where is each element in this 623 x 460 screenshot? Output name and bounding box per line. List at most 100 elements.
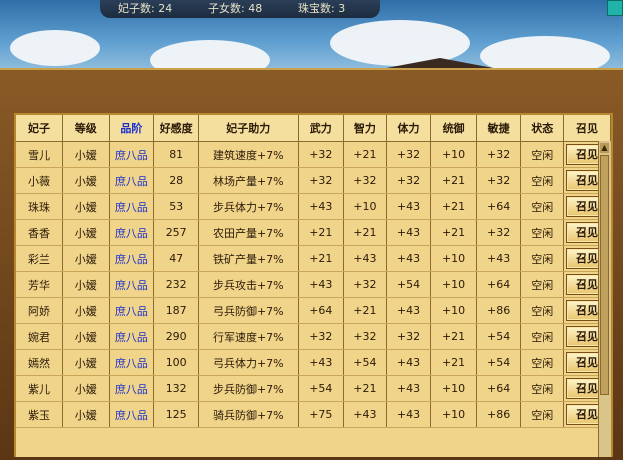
stamina-cell: +32 <box>386 167 432 194</box>
bonus-cell: 弓兵防御+7% <box>198 297 299 324</box>
concubine-name-cell: 紫玉 <box>16 401 63 428</box>
grade-cell: 庶八品 <box>109 375 155 402</box>
intellect-cell: +43 <box>343 401 387 428</box>
intellect-cell: +32 <box>343 271 387 298</box>
affection-cell: 125 <box>153 401 200 428</box>
level-cell: 小嫒 <box>62 167 110 194</box>
grade-cell: 庶八品 <box>109 401 155 428</box>
agility-cell: +86 <box>476 297 522 324</box>
stamina-cell: +54 <box>386 271 432 298</box>
agility-cell: +64 <box>476 271 522 298</box>
level-cell: 小嫒 <box>62 349 110 376</box>
col-concubine[interactable]: 妃子 <box>16 115 63 142</box>
bonus-cell: 建筑速度+7% <box>198 141 299 168</box>
grade-cell: 庶八品 <box>109 193 155 220</box>
arrow-up-icon[interactable]: ▲ <box>600 143 609 153</box>
agility-cell: +43 <box>476 245 522 272</box>
command-cell: +21 <box>430 193 477 220</box>
force-cell: +43 <box>298 271 345 298</box>
grade-cell: 庶八品 <box>109 349 155 376</box>
status-cell: 空闲 <box>520 245 565 272</box>
col-intellect[interactable]: 智力 <box>343 115 387 142</box>
force-cell: +75 <box>298 401 345 428</box>
bonus-cell: 林场产量+7% <box>198 167 299 194</box>
command-cell: +10 <box>430 141 477 168</box>
level-cell: 小嫒 <box>62 297 110 324</box>
concubine-name-cell: 婉君 <box>16 323 63 350</box>
command-cell: +21 <box>430 323 477 350</box>
stamina-cell: +43 <box>386 401 432 428</box>
intellect-cell: +21 <box>343 141 387 168</box>
bonus-cell: 行军速度+7% <box>198 323 299 350</box>
intellect-cell: +43 <box>343 245 387 272</box>
concubine-name-cell: 阿娇 <box>16 297 63 324</box>
grade-cell: 庶八品 <box>109 271 155 298</box>
intellect-cell: +21 <box>343 219 387 246</box>
concubine-table: 妃子 等级 品阶 好感度 妃子助力 武力 智力 体力 统御 敏捷 状态 召见 雪… <box>16 115 611 428</box>
stamina-cell: +32 <box>386 323 432 350</box>
table-row: 阿娇 小嫒 庶八品 187 弓兵防御+7% +64 +21 +43 +10 +86 空闲 召见 <box>16 297 611 324</box>
intellect-cell: +32 <box>343 167 387 194</box>
col-grade[interactable]: 品阶 <box>109 115 155 142</box>
col-command[interactable]: 统御 <box>430 115 477 142</box>
stamina-cell: +43 <box>386 349 432 376</box>
intellect-cell: +21 <box>343 375 387 402</box>
force-cell: +32 <box>298 167 345 194</box>
agility-cell: +32 <box>476 141 522 168</box>
concubine-name-cell: 珠珠 <box>16 193 63 220</box>
command-cell: +10 <box>430 297 477 324</box>
scrollbar[interactable]: ▲ <box>598 141 611 457</box>
col-stamina[interactable]: 体力 <box>386 115 432 142</box>
bonus-cell: 步兵防御+7% <box>198 375 299 402</box>
level-cell: 小嫒 <box>62 219 110 246</box>
command-cell: +10 <box>430 245 477 272</box>
stamina-cell: +43 <box>386 245 432 272</box>
table-row: 婉君 小嫒 庶八品 290 行军速度+7% +32 +32 +32 +21 +54 空闲 召见 <box>16 323 611 350</box>
col-bonus[interactable]: 妃子助力 <box>198 115 299 142</box>
concubine-name-cell: 彩兰 <box>16 245 63 272</box>
table-row: 紫玉 小嫒 庶八品 125 骑兵防御+7% +75 +43 +43 +10 +86 空闲 召见 <box>16 401 611 428</box>
grade-cell: 庶八品 <box>109 323 155 350</box>
status-cell: 空闲 <box>520 375 565 402</box>
agility-cell: +86 <box>476 401 522 428</box>
table-row: 嫣然 小嫒 庶八品 100 弓兵体力+7% +43 +54 +43 +21 +54 空闲 召见 <box>16 349 611 376</box>
force-cell: +43 <box>298 193 345 220</box>
col-force[interactable]: 武力 <box>298 115 345 142</box>
status-cell: 空闲 <box>520 193 565 220</box>
stamina-cell: +43 <box>386 193 432 220</box>
bonus-cell: 农田产量+7% <box>198 219 299 246</box>
level-cell: 小嫒 <box>62 193 110 220</box>
force-cell: +64 <box>298 297 345 324</box>
force-cell: +32 <box>298 141 345 168</box>
status-cell: 空闲 <box>520 323 565 350</box>
command-cell: +10 <box>430 271 477 298</box>
force-cell: +21 <box>298 219 345 246</box>
col-affection[interactable]: 好感度 <box>153 115 200 142</box>
table-header-row: 妃子 等级 品阶 好感度 妃子助力 武力 智力 体力 统御 敏捷 状态 召见 <box>16 115 611 142</box>
affection-cell: 81 <box>153 141 200 168</box>
agility-cell: +64 <box>476 193 522 220</box>
affection-cell: 100 <box>153 349 200 376</box>
agility-cell: +64 <box>476 375 522 402</box>
bonus-cell: 步兵体力+7% <box>198 193 299 220</box>
intellect-cell: +21 <box>343 297 387 324</box>
col-status[interactable]: 状态 <box>520 115 565 142</box>
bonus-cell: 步兵攻击+7% <box>198 271 299 298</box>
corner-button[interactable] <box>607 0 623 16</box>
col-agility[interactable]: 敏捷 <box>476 115 522 142</box>
status-cell: 空闲 <box>520 141 565 168</box>
command-cell: +21 <box>430 167 477 194</box>
status-cell: 空闲 <box>520 349 565 376</box>
affection-cell: 53 <box>153 193 200 220</box>
stamina-cell: +43 <box>386 297 432 324</box>
scrollbar-thumb[interactable] <box>600 155 609 395</box>
status-cell: 空闲 <box>520 401 565 428</box>
force-cell: +21 <box>298 245 345 272</box>
jewel-count: 珠宝数: 3 <box>298 2 346 15</box>
concubine-panel: 妃子 等级 品阶 好感度 妃子助力 武力 智力 体力 统御 敏捷 状态 召见 雪… <box>14 113 613 457</box>
concubine-name-cell: 芳华 <box>16 271 63 298</box>
level-cell: 小嫒 <box>62 141 110 168</box>
status-cell: 空闲 <box>520 167 565 194</box>
col-level[interactable]: 等级 <box>62 115 110 142</box>
agility-cell: +32 <box>476 219 522 246</box>
